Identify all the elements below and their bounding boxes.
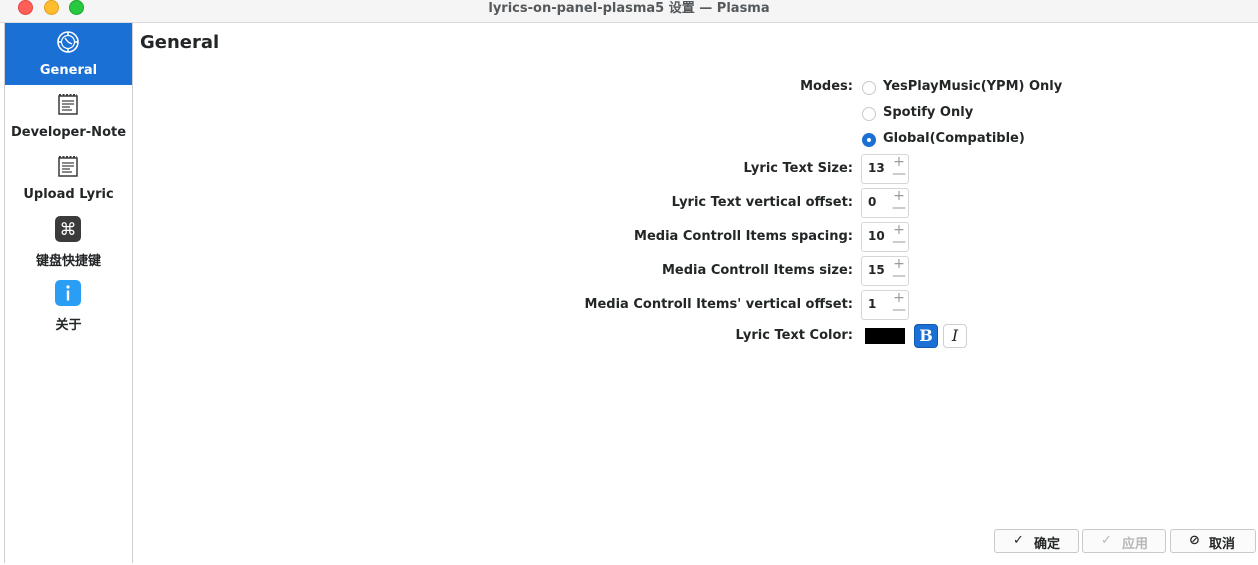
spinbox-value[interactable]: 10 [868, 229, 885, 243]
apply-button[interactable]: ✓ 应用 [1082, 529, 1166, 553]
lyric-text-size-label: Lyric Text Size: [743, 161, 853, 176]
cancel-button-label: 取消 [1209, 537, 1236, 552]
apply-button-label: 应用 [1122, 537, 1149, 552]
sidebar-item-developer-note[interactable]: Developer-Note [5, 85, 132, 147]
radio-button[interactable] [862, 133, 876, 147]
media-items-spacing-spinbox[interactable]: 10 + — [861, 222, 909, 252]
cancel-icon: ⊘ [1189, 533, 1200, 548]
notepad-icon [58, 156, 78, 177]
sidebar-item-label: 键盘快捷键 [35, 254, 101, 269]
decrement-button[interactable]: — [892, 269, 906, 283]
media-items-size-label: Media Controll Items size: [662, 263, 853, 278]
info-icon [55, 280, 81, 306]
radio-button[interactable] [862, 81, 876, 95]
notepad-icon [58, 94, 78, 115]
command-key-icon: ⌘ [55, 216, 81, 242]
radio-label: Spotify Only [883, 105, 974, 120]
decrement-button[interactable]: — [892, 303, 906, 317]
content-area: General Modes: YesPlayMusic(YPM) Only Sp… [132, 23, 1258, 565]
modes-label: Modes: [800, 79, 853, 94]
sidebar-item-label: 关于 [55, 318, 82, 333]
sidebar-item-upload-lyric[interactable]: Upload Lyric [5, 147, 132, 209]
cancel-button[interactable]: ⊘ 取消 [1170, 529, 1256, 553]
spinbox-value[interactable]: 1 [868, 297, 876, 311]
sidebar-item-label: Developer-Note [10, 125, 127, 140]
decrement-button[interactable]: — [892, 167, 906, 181]
bold-toggle-button[interactable]: B [914, 324, 938, 348]
lyric-text-size-spinbox[interactable]: 13 + — [861, 154, 909, 184]
media-items-size-spinbox[interactable]: 15 + — [861, 256, 909, 286]
lyric-text-vertical-offset-label: Lyric Text vertical offset: [671, 195, 853, 210]
page-title: General [140, 32, 220, 53]
sidebar-item-label: Upload Lyric [23, 187, 114, 202]
media-items-vertical-offset-label: Media Controll Items' vertical offset: [584, 297, 853, 312]
lyric-text-color-button[interactable] [865, 328, 905, 344]
checkmark-icon: ✓ [1101, 533, 1112, 548]
gear-icon [57, 31, 79, 53]
italic-toggle-button[interactable]: I [943, 324, 967, 348]
decrement-button[interactable]: — [892, 201, 906, 215]
spinbox-value[interactable]: 15 [868, 263, 885, 277]
spinbox-value[interactable]: 0 [868, 195, 876, 209]
radio-button[interactable] [862, 107, 876, 121]
sidebar-item-keyboard-shortcuts[interactable]: ⌘ 键盘快捷键 [5, 210, 132, 272]
lyric-text-vertical-offset-spinbox[interactable]: 0 + — [861, 188, 909, 218]
sidebar-item-about[interactable]: 关于 [5, 274, 132, 336]
lyric-text-color-label: Lyric Text Color: [735, 328, 853, 343]
title-bar: lyrics-on-panel-plasma5 设置 — Plasma [0, 0, 1258, 23]
ok-button[interactable]: ✓ 确定 [994, 529, 1079, 553]
media-items-spacing-label: Media Controll Items spacing: [634, 229, 853, 244]
ok-button-label: 确定 [1034, 537, 1061, 552]
window-title: lyrics-on-panel-plasma5 设置 — Plasma [488, 1, 770, 16]
media-items-vertical-offset-spinbox[interactable]: 1 + — [861, 290, 909, 320]
sidebar-item-general[interactable]: General [5, 23, 132, 85]
radio-label: YesPlayMusic(YPM) Only [883, 79, 1063, 94]
decrement-button[interactable]: — [892, 235, 906, 249]
sidebar-item-label: General [39, 63, 98, 78]
checkmark-icon: ✓ [1013, 533, 1024, 548]
spinbox-value[interactable]: 13 [868, 161, 885, 175]
svg-text:⌘: ⌘ [60, 220, 77, 240]
radio-label: Global(Compatible) [883, 131, 1025, 146]
sidebar: General Developer-Note Upload Lyric ⌘ 键盘 [4, 23, 133, 563]
